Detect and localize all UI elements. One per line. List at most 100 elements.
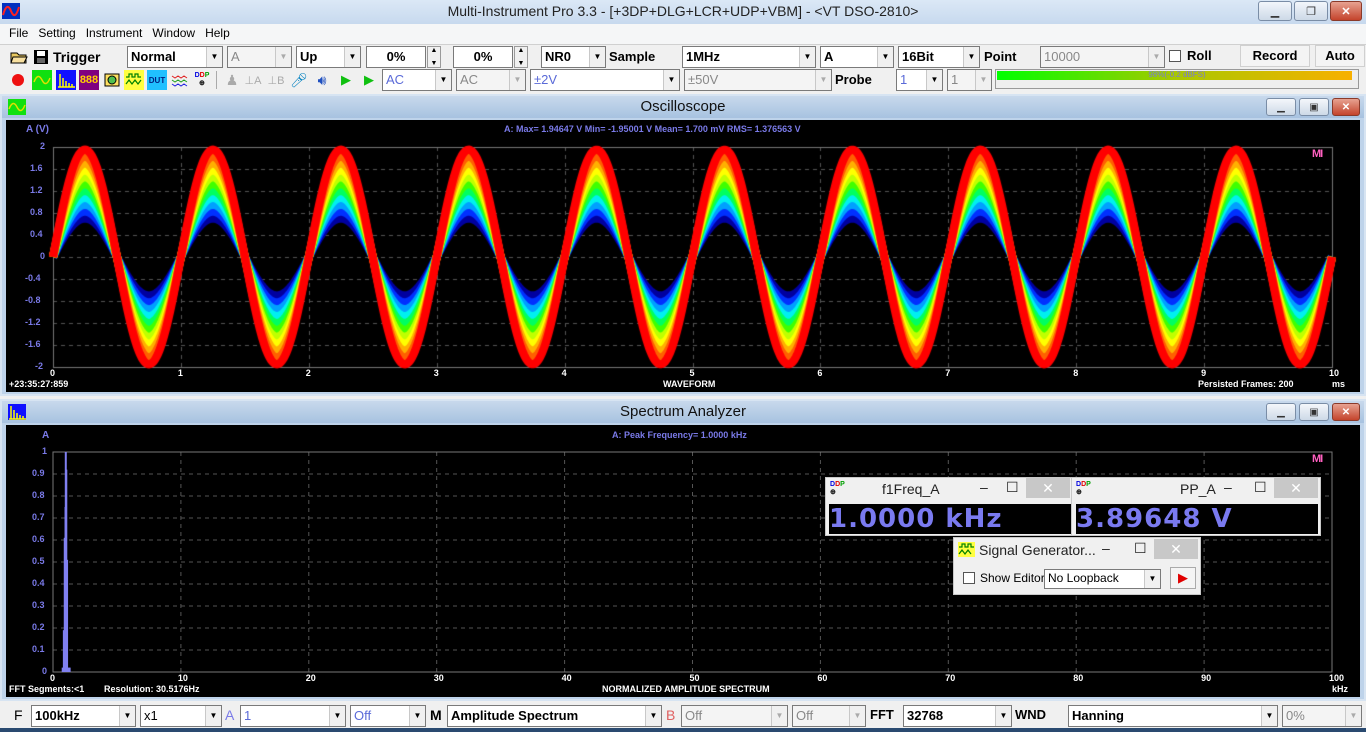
data-logger-icon[interactable]: [102, 70, 122, 90]
trigger-delay-spinner[interactable]: ▲ ▼: [514, 46, 528, 68]
record-button[interactable]: Record: [1240, 45, 1310, 67]
spectrum-analyzer-icon[interactable]: [56, 70, 76, 90]
ddp-frequency-title: f1Freq_A: [882, 481, 940, 497]
b-math-select[interactable]: Off ▼: [792, 705, 866, 727]
siggen-play-button[interactable]: ▶: [1170, 567, 1196, 589]
spectrum-title-bar: Spectrum Analyzer ▁ ▣ ✕: [2, 401, 1364, 423]
menu-instrument[interactable]: Instrument: [81, 24, 148, 44]
spec-y-tick: 0.2: [32, 622, 45, 632]
minimize-button[interactable]: ▁: [1258, 1, 1292, 21]
ddp-viewer-icon[interactable]: DDP ⊕: [192, 70, 212, 90]
trigger-mode-select[interactable]: Normal ▼: [127, 46, 223, 68]
siggen-close[interactable]: ✕: [1154, 539, 1198, 559]
roll-checkbox[interactable]: [1169, 50, 1181, 62]
range-a-select[interactable]: ±2V ▼: [530, 69, 680, 91]
mi-logo: MI: [1312, 453, 1323, 465]
a-math-select[interactable]: Off ▼: [350, 705, 426, 727]
menu-file[interactable]: File: [4, 24, 33, 44]
oscilloscope-plot[interactable]: A (V) A: Max= 1.94647 V Min= -1.95001 V …: [6, 120, 1360, 392]
ddp-frequency-close[interactable]: ✕: [1026, 478, 1070, 498]
osc-x-tick: 1: [177, 368, 183, 378]
record-icon[interactable]: [8, 70, 28, 90]
spec-y-tick: 0.9: [32, 468, 45, 478]
osc-y-tick: -0.8: [25, 295, 41, 305]
close-button[interactable]: ✕: [1330, 1, 1362, 21]
b-channel-select[interactable]: Off ▼: [681, 705, 788, 727]
ddp-pp-maximize[interactable]: ☐: [1254, 479, 1267, 497]
ddp-pp-minimize[interactable]: –: [1224, 479, 1232, 497]
probe-a-select[interactable]: 1 ▼: [896, 69, 943, 91]
play-once-icon[interactable]: ▶: [359, 70, 379, 90]
spectrum-bar: [68, 667, 71, 672]
coupling-a-select[interactable]: AC ▼: [382, 69, 452, 91]
noise-reduction-select[interactable]: NR0 ▼: [541, 46, 606, 68]
a-channel-select[interactable]: 1 ▼: [240, 705, 346, 727]
trigger-level-spinner[interactable]: ▲ ▼: [427, 46, 441, 68]
ddp-icon: DDP ⊕: [830, 481, 845, 496]
ddp-frequency-maximize[interactable]: ☐: [1006, 479, 1019, 497]
trigger-delay-input[interactable]: 0%: [453, 46, 513, 68]
spec-close-button[interactable]: ✕: [1332, 403, 1360, 421]
trigger-source-select[interactable]: A ▼: [227, 46, 292, 68]
menu-window[interactable]: Window: [147, 24, 200, 44]
range-b-select[interactable]: ±50V ▼: [684, 69, 832, 91]
channel-select[interactable]: A ▼: [820, 46, 894, 68]
spec-x-tick: 90: [1201, 673, 1212, 683]
ground-b-icon[interactable]: ⊥B: [266, 70, 286, 90]
spectrum-mode-select[interactable]: Amplitude Spectrum ▼: [447, 705, 662, 727]
show-editor-checkbox[interactable]: [963, 572, 975, 584]
menu-setting[interactable]: Setting: [33, 24, 80, 44]
device-test-icon[interactable]: [170, 70, 190, 90]
point-label: Point: [984, 49, 1017, 64]
multimeter-icon[interactable]: 888: [79, 70, 99, 90]
osc-close-button[interactable]: ✕: [1332, 98, 1360, 116]
dut-icon[interactable]: DUT: [147, 70, 167, 90]
speaker-icon[interactable]: 🔊︎: [312, 70, 332, 90]
restore-button[interactable]: ❐: [1294, 1, 1328, 21]
spec-y-tick: 0.4: [32, 578, 45, 588]
loopback-select[interactable]: No Loopback ▼: [1044, 569, 1161, 589]
spec-x-tick: 60: [817, 673, 828, 683]
ddp-pp-close[interactable]: ✕: [1274, 478, 1318, 498]
points-select[interactable]: 10000 ▼: [1040, 46, 1165, 68]
fft-size-select[interactable]: 32768 ▼: [903, 705, 1012, 727]
probe-b-select[interactable]: 1 ▼: [947, 69, 992, 91]
siggen-maximize[interactable]: ☐: [1134, 540, 1147, 558]
toolbar-separator: [216, 71, 217, 89]
signal-generator-icon: [958, 542, 975, 557]
spec-restore-button[interactable]: ▣: [1299, 403, 1329, 421]
trigger-edge-select[interactable]: Up ▼: [296, 46, 361, 68]
oscilloscope-icon[interactable]: [32, 70, 52, 90]
taskbar: [0, 728, 1366, 732]
osc-restore-button[interactable]: ▣: [1299, 98, 1329, 116]
sample-rate-select[interactable]: 1MHz ▼: [682, 46, 816, 68]
probe-icon[interactable]: ♟: [222, 70, 242, 90]
folder-open-icon[interactable]: [9, 47, 29, 67]
spec-x-tick: 0: [50, 673, 56, 683]
trigger-level-input[interactable]: 0%: [366, 46, 426, 68]
ddp-frequency-value: 1.0000 kHz: [829, 504, 1071, 534]
ground-a-icon[interactable]: ⊥A: [243, 70, 263, 90]
microphone-icon[interactable]: 🎤︎: [289, 70, 309, 90]
osc-minimize-button[interactable]: ▁: [1266, 98, 1296, 116]
osc-y-tick: 1.2: [30, 185, 43, 195]
signal-generator-icon[interactable]: [124, 70, 144, 90]
signal-generator-window: Signal Generator... – ☐ ✕ Show Editor No…: [953, 537, 1201, 595]
frequency-range-select[interactable]: 100kHz ▼: [31, 705, 136, 727]
spectrum-bar: [66, 559, 69, 672]
play-icon[interactable]: ▶: [336, 70, 356, 90]
spec-y-tick: 0.8: [32, 490, 45, 500]
zoom-select[interactable]: x1 ▼: [140, 705, 222, 727]
window-function-select[interactable]: Hanning ▼: [1068, 705, 1278, 727]
spec-minimize-button[interactable]: ▁: [1266, 403, 1296, 421]
overlap-select[interactable]: 0% ▼: [1282, 705, 1362, 727]
auto-button[interactable]: Auto: [1315, 45, 1365, 67]
osc-y-tick: -1.2: [25, 317, 41, 327]
floppy-save-icon[interactable]: [31, 47, 51, 67]
bit-depth-select[interactable]: 16Bit ▼: [898, 46, 980, 68]
coupling-b-select[interactable]: AC ▼: [456, 69, 526, 91]
ddp-frequency-minimize[interactable]: –: [980, 479, 988, 497]
spec-x-tick: 50: [689, 673, 700, 683]
menu-help[interactable]: Help: [200, 24, 235, 44]
siggen-minimize[interactable]: –: [1102, 540, 1110, 558]
